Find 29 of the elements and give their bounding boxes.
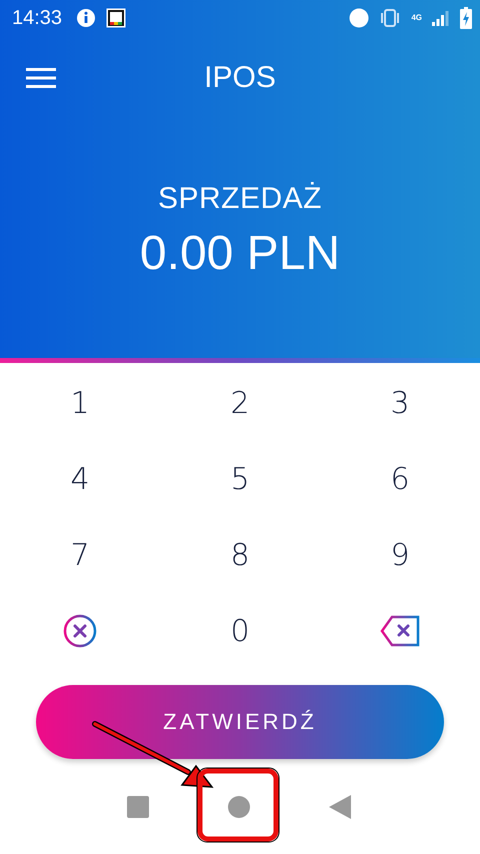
status-time: 14:33 <box>12 6 62 30</box>
app-notification-icon <box>106 8 126 28</box>
home-icon <box>228 796 250 818</box>
clear-icon <box>63 614 97 648</box>
digit-key[interactable]: 4 <box>56 458 104 500</box>
battery-charging-icon <box>460 7 472 29</box>
vibrate-icon <box>379 9 402 27</box>
sale-amount: 0.00 PLN <box>140 226 340 281</box>
back-icon <box>328 795 351 819</box>
circle-icon <box>349 8 370 28</box>
app-title: IPOS <box>203 61 277 95</box>
menu-button[interactable] <box>26 66 58 90</box>
digit-key[interactable]: 2 <box>216 382 264 424</box>
square-icon <box>127 796 150 818</box>
digit-key[interactable]: 5 <box>216 458 264 500</box>
digit-key[interactable]: 0 <box>216 610 264 652</box>
menu-icon <box>26 67 58 89</box>
digit-key[interactable]: 6 <box>376 458 424 500</box>
digit-key[interactable]: 8 <box>216 534 264 576</box>
backspace-icon <box>380 615 420 647</box>
digit-key[interactable]: 3 <box>376 382 424 424</box>
digit-key[interactable]: 1 <box>56 382 104 424</box>
signal-icon <box>432 10 450 26</box>
sale-label: SPRZEDAŻ <box>158 182 322 216</box>
digit-key[interactable]: 7 <box>56 534 104 576</box>
network-type: 4G <box>411 14 422 22</box>
digit-key[interactable]: 9 <box>376 534 424 576</box>
confirm-button[interactable]: ZATWIERDŹ <box>36 685 444 759</box>
info-icon <box>76 8 96 28</box>
